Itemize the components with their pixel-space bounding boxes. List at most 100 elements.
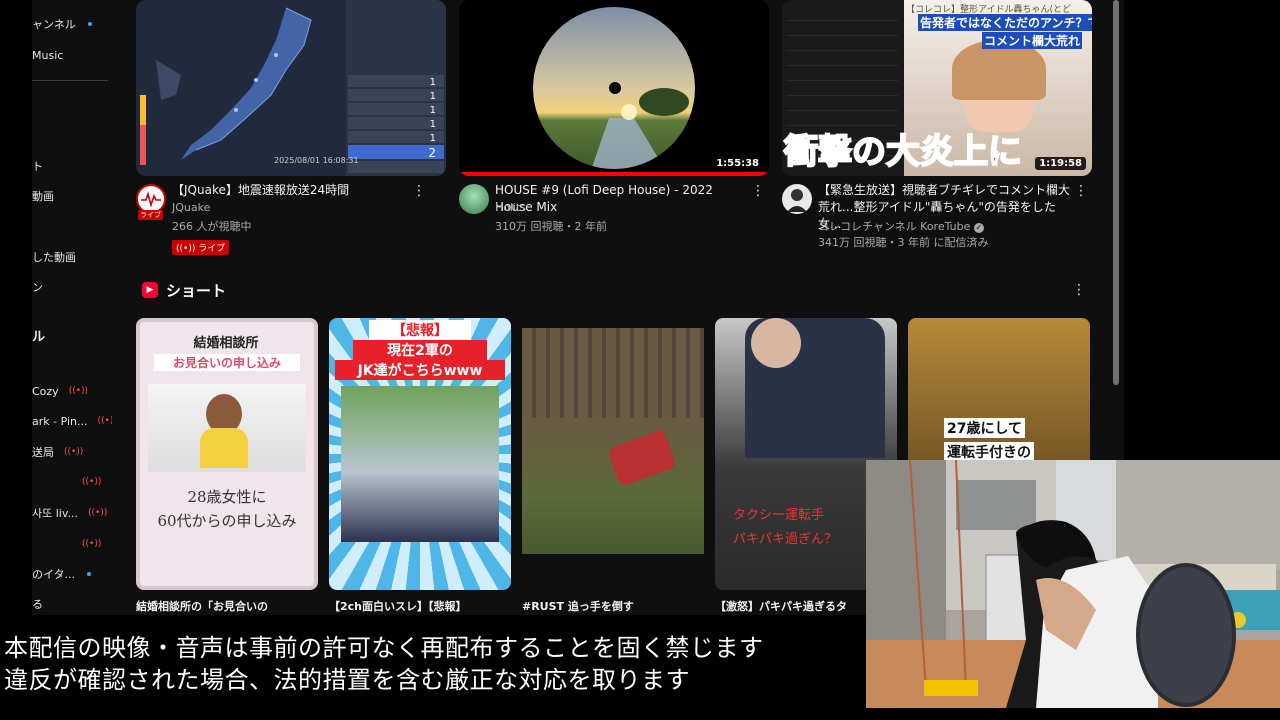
thumb-body-2: 60代からの申し込み xyxy=(157,512,297,530)
live-icon: ((•)) xyxy=(176,244,199,254)
sidebar-section-header: ル xyxy=(32,329,46,345)
sidebar-item-music[interactable]: Music xyxy=(32,45,63,65)
live-icon: ((•)) xyxy=(82,539,102,549)
short-thumbnail[interactable]: 【悲報】 現在2軍の JK達がこちらwww xyxy=(329,318,511,590)
sidebar-sub-korean[interactable]: 사또 liv... ((•)) xyxy=(32,503,107,523)
thumb-caption-top2: コメント欄大荒れ xyxy=(982,32,1083,49)
thumb-body-1: タクシー運転手 xyxy=(733,508,825,523)
new-content-dot xyxy=(87,572,92,576)
svg-text:1: 1 xyxy=(430,91,436,102)
sidebar-item-liked-videos[interactable]: した動画 xyxy=(32,247,76,267)
sidebar: ャンネル Music ト 動画 した動画 ン ル Cozy ((•)) ark -… xyxy=(32,0,112,615)
right-letterbox xyxy=(1124,0,1280,460)
stream-disclaimer-subtitle: 本配信の映像・音声は事前の許可なく再配布することを固く禁じます 違反が確認された… xyxy=(4,632,764,696)
thumb-sub: お見合いの申し込み xyxy=(154,354,300,371)
video-card-house-mix[interactable]: 1:55:38 HOUSE #9 (Lofi Deep House) - 202… xyxy=(459,0,769,266)
thumb-caption-big: 衝撃の大炎上に xyxy=(783,131,1023,173)
thumb-body-2: 運転手付きの xyxy=(944,442,1034,462)
live-badge: ((•)) ライブ xyxy=(172,240,230,255)
video-card-koretube[interactable]: 【コレコレ】整形アイドル轟ちゃん(とど 告発者ではなくただのアンチ？で コメント… xyxy=(782,0,1092,266)
video-stats: 266 人が視聴中 xyxy=(172,220,252,233)
shorts-logo-icon: ▶ xyxy=(142,282,158,298)
short-thumbnail[interactable]: 結婚相談所 お見合いの申し込み 28歳女性に 60代からの申し込み xyxy=(136,318,318,590)
new-content-dot xyxy=(87,22,92,26)
thumb-body-1: 27歳にして xyxy=(944,418,1026,438)
video-stats: 310万 回視聴・2 年前 xyxy=(495,220,607,233)
more-options-icon[interactable]: ⋮ xyxy=(1074,184,1088,198)
thumb-body-2: パキパキ過ぎん？ xyxy=(733,532,838,547)
short-thumbnail[interactable] xyxy=(522,318,704,590)
svg-text:1: 1 xyxy=(430,119,436,130)
svg-text:2: 2 xyxy=(428,146,436,160)
video-card-jquake[interactable]: 1 1 1 1 1 2 2025/08/01 16:08:31 ライブ 【JQu… xyxy=(136,0,446,266)
video-thumbnail[interactable]: 1 1 1 1 1 2 2025/08/01 16:08:31 xyxy=(136,0,446,176)
video-title[interactable]: HOUSE #9 (Lofi Deep House) - 2022 House … xyxy=(495,182,745,216)
sidebar-item-videos[interactable]: 動画 xyxy=(32,186,54,206)
thumb-photo xyxy=(148,384,306,472)
channel-name[interactable]: Holits xyxy=(495,201,526,214)
live-icon: ((•)) xyxy=(68,386,89,396)
thumb-head: 【悲報】 xyxy=(369,320,471,340)
thumb-body-1: 28歳女性に xyxy=(187,488,267,506)
thumb-caption-top: 告発者ではなくただのアンチ？で xyxy=(918,14,1092,31)
sidebar-sub-12[interactable]: ((•)) xyxy=(72,534,101,554)
group-photo xyxy=(341,386,499,542)
video-title[interactable]: 【JQuake】地震速報放送24時間 xyxy=(172,182,422,199)
thumb-sub: 現在2軍の xyxy=(353,340,487,360)
thumb-body-1: JK達がこちらwww xyxy=(335,360,505,380)
sunset-disc-thumbnail xyxy=(459,0,769,176)
sidebar-sub-ita[interactable]: のイタ... xyxy=(32,564,92,584)
shorts-section-header: ▶ ショート xyxy=(142,278,226,302)
live-icon: ((•)) xyxy=(88,508,108,518)
video-duration: 1:55:38 xyxy=(712,157,763,170)
seismograph-icon xyxy=(141,191,161,208)
sidebar-sub-cozy[interactable]: Cozy ((•)) xyxy=(32,381,88,401)
video-stats: 341万 回視聴・3 年前 に配信済み xyxy=(818,236,989,249)
sidebar-divider xyxy=(32,80,108,81)
video-meta: ライブ 【JQuake】地震速報放送24時間 JQuake 266 人が視聴中 … xyxy=(136,176,446,266)
more-options-icon[interactable]: ⋮ xyxy=(751,184,765,198)
left-letterbox xyxy=(0,0,32,720)
verified-icon: ✓ xyxy=(973,223,984,233)
live-icon: ((•)) xyxy=(97,416,112,426)
sidebar-item-3[interactable]: ト xyxy=(32,156,43,176)
channel-name[interactable]: JQuake xyxy=(172,201,210,214)
sidebar-sub-pink[interactable]: ark - Pin...((•)) xyxy=(32,411,112,431)
channel-avatar[interactable] xyxy=(459,184,489,214)
avatar-live-label: ライブ xyxy=(138,210,163,220)
svg-text:1: 1 xyxy=(430,133,436,144)
video-meta: HOUSE #9 (Lofi Deep House) - 2022 House … xyxy=(459,176,769,266)
subtitle-line-2: 違反が確認された場合、法的措置を含む厳正な対応を取ります xyxy=(4,666,690,694)
short-title[interactable]: 【2ch面白いスレ】【悲報】 xyxy=(329,598,511,614)
short-title[interactable]: 結婚相談所の「お見合いの xyxy=(136,598,318,614)
video-duration: 1:19:58 xyxy=(1035,157,1086,170)
channel-name[interactable]: コレコレチャンネル KoreTube ✓ xyxy=(818,218,984,234)
scrollbar-thumb[interactable] xyxy=(1113,0,1119,385)
person-avatar-icon xyxy=(787,189,807,212)
sidebar-item-channel[interactable]: ャンネル xyxy=(32,14,92,34)
sidebar-sub-10[interactable]: ((•)) xyxy=(72,472,101,492)
channel-avatar[interactable] xyxy=(782,184,812,214)
short-title[interactable]: #RUST 追っ手を倒す xyxy=(522,598,704,614)
sidebar-sub-broadcast[interactable]: 送局 ((•)) xyxy=(32,442,83,462)
thumbnail-timestamp: 2025/08/01 16:08:31 xyxy=(274,156,359,165)
live-icon: ((•)) xyxy=(82,477,102,487)
video-thumbnail[interactable]: 【コレコレ】整形アイドル轟ちゃん(とど 告発者ではなくただのアンチ？で コメント… xyxy=(782,0,1092,176)
svg-text:1: 1 xyxy=(430,105,436,116)
svg-text:1: 1 xyxy=(430,77,436,88)
earthquake-map-thumbnail: 1 1 1 1 1 2 xyxy=(136,0,446,176)
shorts-more-options-icon[interactable]: ⋮ xyxy=(1072,282,1086,298)
short-card-2ch[interactable]: 【悲報】 現在2軍の JK達がこちらwww 【2ch面白いスレ】【悲報】 xyxy=(329,318,511,614)
short-card-marriage-agency[interactable]: 結婚相談所 お見合いの申し込み 28歳女性に 60代からの申し込み 結婚相談所の… xyxy=(136,318,318,614)
short-card-rust[interactable]: #RUST 追っ手を倒す xyxy=(522,318,704,614)
video-meta: 【緊急生放送】視聴者ブチギレでコメント欄大荒れ...整形アイドル"轟ちゃん"の告… xyxy=(782,176,1092,266)
thumb-head: 結婚相談所 xyxy=(193,336,259,351)
sidebar-item-more[interactable]: る xyxy=(32,594,43,614)
sidebar-item-6[interactable]: ン xyxy=(32,277,43,297)
more-options-icon[interactable]: ⋮ xyxy=(412,184,426,198)
webcam-overlay xyxy=(866,460,1280,708)
game-screenshot xyxy=(522,328,704,554)
video-thumbnail[interactable]: 1:55:38 xyxy=(459,0,769,176)
webcam-feed xyxy=(866,460,1280,708)
shorts-section-title: ショート xyxy=(166,281,227,300)
